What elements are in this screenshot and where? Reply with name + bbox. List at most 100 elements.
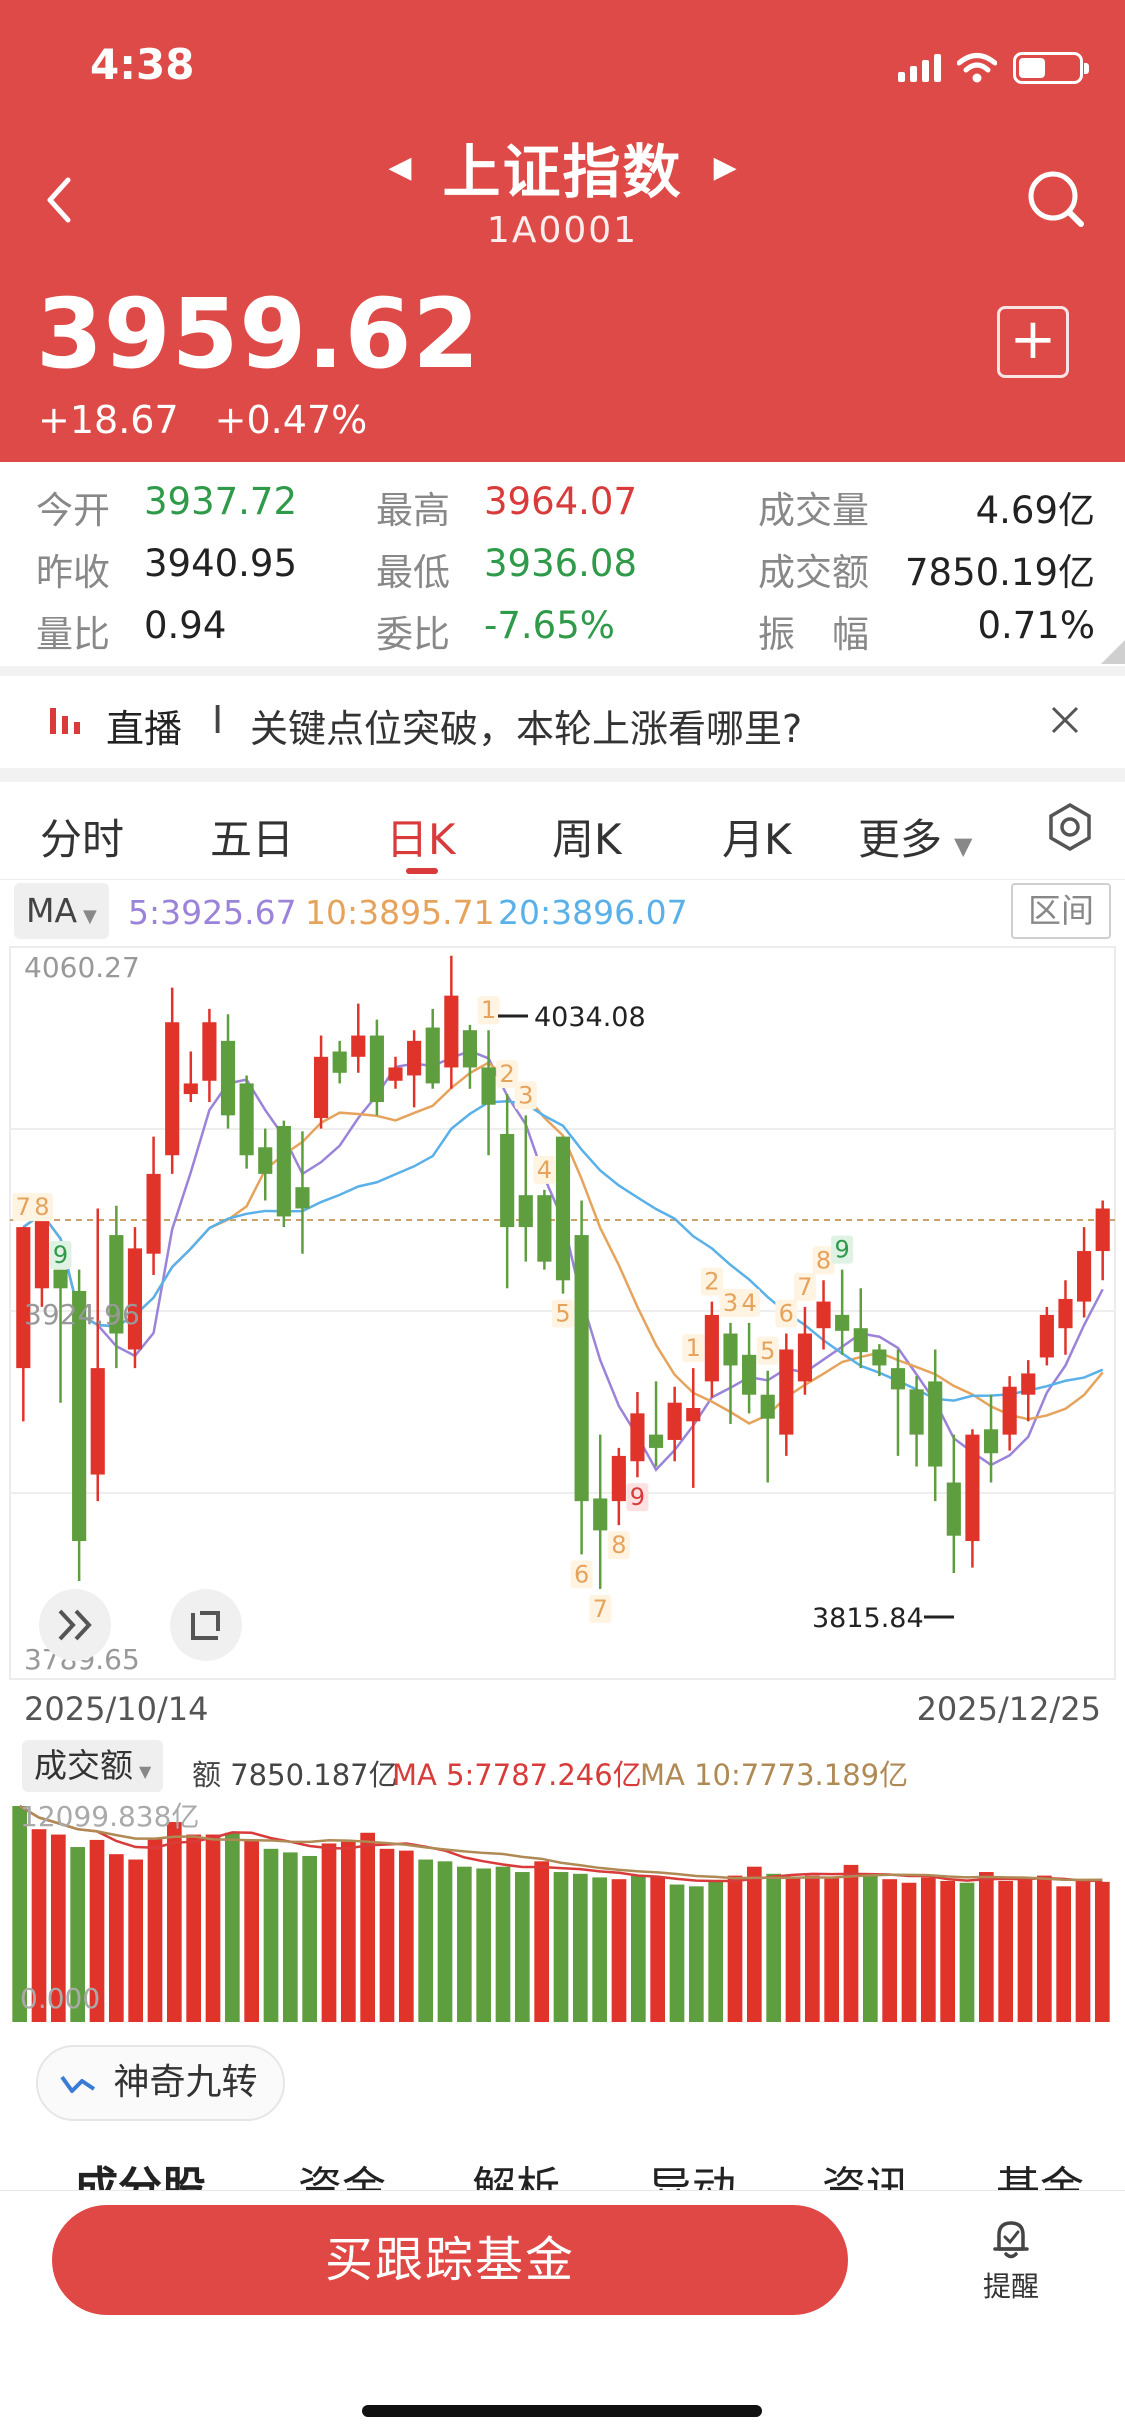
home-indicator xyxy=(362,2405,762,2417)
volume-selector[interactable]: 成交额 ▼ xyxy=(22,1740,164,1792)
volume-bar xyxy=(630,1875,646,2022)
volume-bar xyxy=(166,1822,182,2022)
volume-bar xyxy=(843,1864,859,2022)
stats-row-2: 昨收 3940.95 最低 3936.08 成交额 7850.19亿 xyxy=(0,542,1125,602)
svg-text:8: 8 xyxy=(611,1531,626,1559)
tab-constituents[interactable]: 成分股 xyxy=(74,2152,206,2190)
volume-bar xyxy=(998,1880,1014,2022)
volume-ma5: MA 5:7787.246亿 xyxy=(392,1758,642,1792)
kchart-max-label: 4034.08 xyxy=(534,1002,646,1033)
tab-more-label: 更多 xyxy=(858,815,943,864)
tab-daily-k[interactable]: 日K xyxy=(386,806,456,867)
search-icon[interactable] xyxy=(1021,165,1089,233)
volume-bar xyxy=(205,1834,221,2022)
tab-weekly-k[interactable]: 周K xyxy=(552,806,622,867)
volume-bar xyxy=(824,1877,840,2022)
stats-panel: 今开 3937.72 最高 3964.07 成交量 4.69亿 昨收 3940.… xyxy=(0,470,1125,665)
live-headline: 关键点位突破，本轮上涨看哪里? xyxy=(250,707,803,751)
nine-turn-label: 4 xyxy=(533,1155,556,1184)
stats-row-1: 今开 3937.72 最高 3964.07 成交量 4.69亿 xyxy=(0,480,1125,540)
index-code: 1A0001 xyxy=(486,210,639,251)
commission-ratio-value: -7.65% xyxy=(484,604,615,647)
volume-bar xyxy=(1094,1881,1110,2022)
volume-bar xyxy=(379,1848,395,2022)
svg-text:1: 1 xyxy=(686,1334,701,1362)
candle xyxy=(239,1075,254,1169)
live-label: 直播 xyxy=(106,707,183,751)
volume-bar xyxy=(920,1877,936,2022)
volume-bar xyxy=(901,1882,917,2022)
volume-bar xyxy=(862,1875,878,2022)
ma20-value: 20:3896.07 xyxy=(498,893,688,932)
volume-bar xyxy=(746,1866,762,2022)
divider xyxy=(0,666,1125,676)
volume-bar xyxy=(1017,1879,1033,2022)
volume-bar xyxy=(476,1868,492,2022)
svg-text:9: 9 xyxy=(835,1236,850,1264)
amplitude-label: 振 幅 xyxy=(758,613,869,656)
tab-movements[interactable]: 异动 xyxy=(648,2152,736,2190)
svg-text:8: 8 xyxy=(816,1246,831,1274)
volume-ma10: MA 10:7773.189亿 xyxy=(640,1758,909,1792)
svg-text:6: 6 xyxy=(779,1300,794,1328)
ma-selector[interactable]: MA ▼ xyxy=(14,883,109,939)
close-icon[interactable] xyxy=(1045,700,1085,740)
volume-value: 4.69亿 xyxy=(975,489,1095,532)
prev-index-icon[interactable]: ◀ xyxy=(388,150,411,185)
volume-bar xyxy=(669,1884,685,2022)
low-label: 最低 xyxy=(376,551,450,594)
nine-turn-label: 5 xyxy=(756,1336,779,1365)
volume-bar xyxy=(244,1839,260,2022)
add-watchlist-button[interactable]: + xyxy=(997,306,1069,378)
svg-text:9: 9 xyxy=(53,1241,68,1269)
commission-ratio-label: 委比 xyxy=(376,613,450,656)
nine-turn-label: 9 xyxy=(831,1235,854,1264)
volume-top-label: 12099.838亿 xyxy=(20,1800,199,1833)
ma10-value: 10:3895.71 xyxy=(305,893,495,932)
ma-legend: MA ▼ 5:3925.67 10:3895.71 20:3896.07 区间 xyxy=(0,883,1125,943)
magic-nine-turn-button[interactable]: 神奇九转 xyxy=(36,2045,286,2121)
volume-bar xyxy=(282,1852,298,2022)
nine-turn-label: 7 xyxy=(589,1594,612,1623)
tab-news[interactable]: 资讯 xyxy=(822,2152,910,2190)
volume-bar xyxy=(785,1877,801,2022)
range-button[interactable]: 区间 xyxy=(1011,883,1111,939)
fast-forward-button[interactable] xyxy=(39,1589,111,1661)
tab-monthly-k[interactable]: 月K xyxy=(722,806,792,867)
settings-icon[interactable] xyxy=(1045,802,1095,852)
tab-intraday[interactable]: 分时 xyxy=(40,806,124,867)
nine-turn-label: 3 xyxy=(514,1081,537,1110)
tab-five-day[interactable]: 五日 xyxy=(210,806,294,867)
svg-text:5: 5 xyxy=(760,1337,775,1365)
tab-more[interactable]: 更多 ▼ xyxy=(858,806,972,867)
volume-bar xyxy=(959,1882,975,2022)
volume-chart[interactable]: 12099.838亿 0.000 xyxy=(0,1796,1125,2026)
bell-icon xyxy=(993,2221,1029,2259)
chevron-down-icon: ▼ xyxy=(83,906,97,927)
title-wrap: ◀ 上证指数 ▶ xyxy=(0,125,1125,209)
expand-corner-icon[interactable] xyxy=(1101,640,1125,664)
remind-button[interactable]: 提醒 xyxy=(968,2217,1054,2305)
remind-label: 提醒 xyxy=(982,2270,1039,2303)
nine-turn-label: 1 xyxy=(682,1334,705,1363)
buy-tracking-fund-button[interactable]: 买跟踪基金 xyxy=(52,2205,848,2315)
volume-bar xyxy=(650,1877,666,2022)
tab-funds-flow[interactable]: 资金 xyxy=(298,2152,386,2190)
volume-selector-label: 成交额 xyxy=(34,1746,133,1785)
kchart-dates: 2025/10/14 2025/12/25 xyxy=(0,1688,1125,1738)
signal-icon xyxy=(898,54,941,82)
fullscreen-button[interactable] xyxy=(170,1589,242,1661)
turnover-value: 7850.19亿 xyxy=(904,551,1095,594)
candlestick-chart[interactable]: 789123456789123456789 4060.27 3924.96 37… xyxy=(0,945,1125,1685)
next-index-icon[interactable]: ▶ xyxy=(714,150,737,185)
volume-bar xyxy=(147,1838,163,2022)
tab-fund[interactable]: 基金 xyxy=(996,2152,1084,2190)
live-banner[interactable]: 直播 I 关键点位突破，本轮上涨看哪里? xyxy=(0,676,1125,768)
live-divider: I xyxy=(212,698,224,742)
volume-bar xyxy=(553,1872,569,2022)
volume-bar xyxy=(592,1877,608,2022)
nine-turn-label: 7 xyxy=(793,1272,816,1301)
kchart-mid-label: 3924.96 xyxy=(24,1298,140,1331)
ma-selector-label: MA xyxy=(26,891,78,930)
tab-analysis[interactable]: 解析 xyxy=(472,2152,560,2190)
